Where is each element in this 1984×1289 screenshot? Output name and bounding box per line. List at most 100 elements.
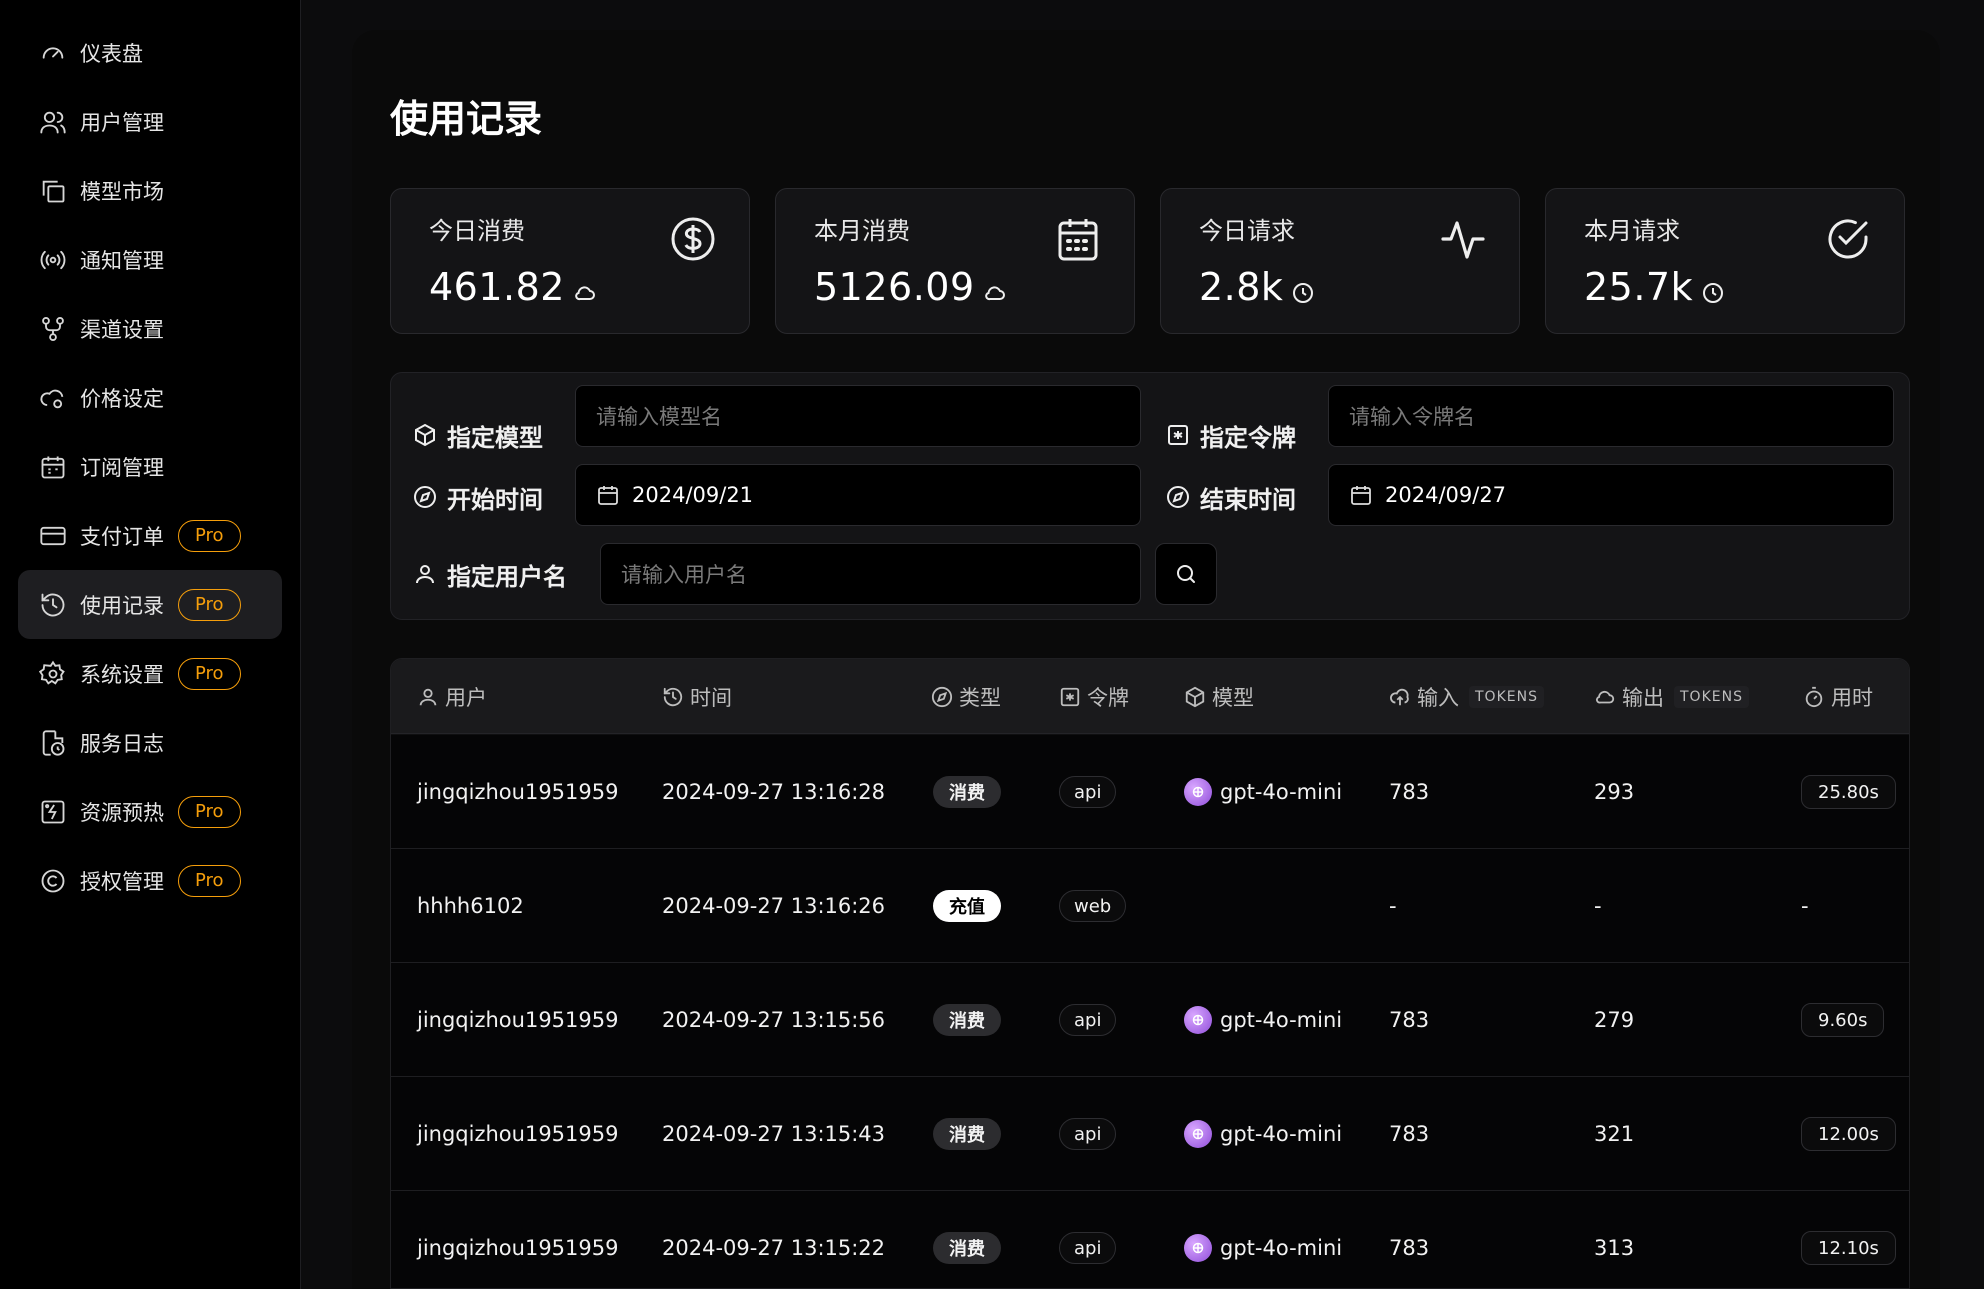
col-model[interactable]: 模型: [1184, 659, 1254, 734]
token-tag: api: [1059, 1118, 1117, 1150]
sidebar-item-pricing[interactable]: 价格设定: [18, 363, 282, 432]
sidebar-item-label: 用户管理: [80, 110, 164, 135]
cloud-cog-icon: [38, 383, 68, 413]
sidebar-nav: 仪表盘 用户管理 模型市场 通知管理 渠道设置 价格设定 订阅管理 支付订单 P…: [18, 18, 282, 915]
col-token[interactable]: 令牌: [1059, 659, 1129, 734]
pro-badge: Pro: [178, 864, 241, 897]
end-time-label: 结束时间: [1166, 466, 1296, 528]
radio-icon: [38, 245, 68, 275]
cell-model: gpt-4o-mini: [1184, 963, 1342, 1077]
cell-input: 783: [1389, 1122, 1430, 1146]
cell-output: -: [1594, 894, 1602, 918]
cell-user: jingqizhou1951959: [417, 1236, 619, 1260]
start-date-picker[interactable]: 2024/09/21: [575, 464, 1141, 526]
sidebar-item-label: 渠道设置: [80, 317, 164, 342]
search-button[interactable]: [1155, 543, 1217, 605]
box-icon: [415, 423, 435, 447]
sidebar-item-notifications[interactable]: 通知管理: [18, 225, 282, 294]
sidebar-item-payments[interactable]: 支付订单 Pro: [18, 501, 282, 570]
sidebar-item-models[interactable]: 模型市场: [18, 156, 282, 225]
filter-panel: 指定模型 请输入模型名 指定令牌 请输入令牌名 开始时间 2024/09/21 …: [390, 372, 1910, 620]
cell-user: jingqizhou1951959: [417, 1122, 619, 1146]
clock-icon: [1703, 283, 1724, 303]
type-tag: 消费: [933, 776, 1001, 808]
cell-input: -: [1389, 894, 1397, 918]
page-title: 使用记录: [390, 97, 543, 141]
gauge-icon: [38, 38, 68, 68]
compass-icon: [931, 686, 953, 707]
cloud-icon: [575, 286, 595, 301]
stat-card-month-requests: 本月请求 25.7k: [1545, 188, 1905, 334]
duration-tag: 12.00s: [1801, 1117, 1896, 1151]
sidebar-item-channels[interactable]: 渠道设置: [18, 294, 282, 363]
sidebar: 仪表盘 用户管理 模型市场 通知管理 渠道设置 价格设定 订阅管理 支付订单 P…: [0, 0, 301, 1289]
col-user[interactable]: 用户: [417, 659, 487, 734]
user-icon: [419, 688, 437, 705]
calendar-grid-icon: [1058, 219, 1098, 261]
token-tag: web: [1059, 890, 1127, 922]
duration-tag: 25.80s: [1801, 775, 1896, 809]
cell-user: jingqizhou1951959: [417, 1008, 619, 1032]
cell-time: 2024-09-27 13:15:22: [662, 1236, 886, 1260]
username-input[interactable]: 请输入用户名: [600, 543, 1141, 605]
type-tag: 消费: [933, 1232, 1001, 1264]
openai-icon: [1184, 1234, 1212, 1262]
copy-icon: [38, 176, 68, 206]
sidebar-item-users[interactable]: 用户管理: [18, 87, 282, 156]
compass-icon: [414, 486, 436, 508]
timer-icon: [1805, 686, 1823, 707]
sidebar-item-label: 使用记录: [80, 593, 164, 618]
token-input[interactable]: 请输入令牌名: [1328, 385, 1894, 447]
col-type[interactable]: 类型: [931, 659, 1001, 734]
cell-time: 2024-09-27 13:16:26: [662, 894, 886, 918]
stat-label: 今日请求: [1199, 217, 1295, 245]
cloud-icon: [984, 286, 1005, 301]
stat-label: 今日消费: [429, 217, 525, 245]
pro-badge: Pro: [178, 588, 241, 621]
cell-output: 279: [1594, 1008, 1635, 1032]
col-duration[interactable]: 用时: [1803, 659, 1873, 734]
cell-model: gpt-4o-mini: [1184, 735, 1342, 849]
model-input[interactable]: 请输入模型名: [575, 385, 1141, 447]
stat-value: 461.82: [429, 265, 565, 309]
col-output-tokens[interactable]: 输出 TOKENS: [1594, 659, 1749, 734]
sidebar-item-license[interactable]: 授权管理 Pro: [18, 846, 282, 915]
cell-output: 293: [1594, 780, 1635, 804]
sidebar-item-usage-logs[interactable]: 使用记录 Pro: [18, 570, 282, 639]
openai-icon: [1184, 1120, 1212, 1148]
key-square-icon: [1060, 687, 1080, 706]
model-filter-label: 指定模型: [413, 404, 543, 466]
stat-card-today-cost: 今日消费 461.82: [390, 188, 750, 334]
cell-input: 783: [1389, 1008, 1430, 1032]
table-row: jingqizhou1951959 2024-09-27 13:15:22 消费…: [391, 1191, 1909, 1288]
pro-badge: Pro: [178, 795, 241, 828]
table-row: jingqizhou1951959 2024-09-27 13:15:56 消费…: [391, 963, 1909, 1077]
col-time[interactable]: 时间: [662, 659, 732, 734]
sidebar-item-label: 通知管理: [80, 248, 164, 273]
history-icon: [663, 687, 683, 706]
token-tag: api: [1059, 1232, 1117, 1264]
file-clock-icon: [38, 728, 68, 758]
cell-output: 321: [1594, 1122, 1635, 1146]
col-input-tokens[interactable]: 输入 TOKENS: [1389, 659, 1544, 734]
credit-card-icon: [38, 521, 68, 551]
cloud-icon: [1595, 690, 1615, 703]
calendar-icon: [1351, 486, 1371, 505]
main-panel: 使用记录 今日消费 461.82 本月消费 5126.09 今日请求 2.8k …: [352, 30, 1940, 1289]
search-icon: [1177, 565, 1195, 583]
sidebar-item-dashboard[interactable]: 仪表盘: [18, 18, 282, 87]
duration-tag: 9.60s: [1801, 1003, 1885, 1037]
cell-user: jingqizhou1951959: [417, 780, 619, 804]
sidebar-item-system-settings[interactable]: 系统设置 Pro: [18, 639, 282, 708]
sidebar-item-service-logs[interactable]: 服务日志: [18, 708, 282, 777]
table-row: jingqizhou1951959 2024-09-27 13:15:43 消费…: [391, 1077, 1909, 1191]
type-tag: 消费: [933, 1004, 1001, 1036]
usage-table: 用户 时间 类型 令牌 模型 输入 TOKENS 输出 TOKENS 用时 ji…: [390, 658, 1910, 1289]
cell-time: 2024-09-27 13:15:43: [662, 1122, 886, 1146]
settings-icon: [38, 659, 68, 689]
sidebar-item-subscriptions[interactable]: 订阅管理: [18, 432, 282, 501]
sidebar-item-resource-warmup[interactable]: 资源预热 Pro: [18, 777, 282, 846]
end-date-picker[interactable]: 2024/09/27: [1328, 464, 1894, 526]
openai-icon: [1184, 1006, 1212, 1034]
cell-user: hhhh6102: [417, 894, 524, 918]
